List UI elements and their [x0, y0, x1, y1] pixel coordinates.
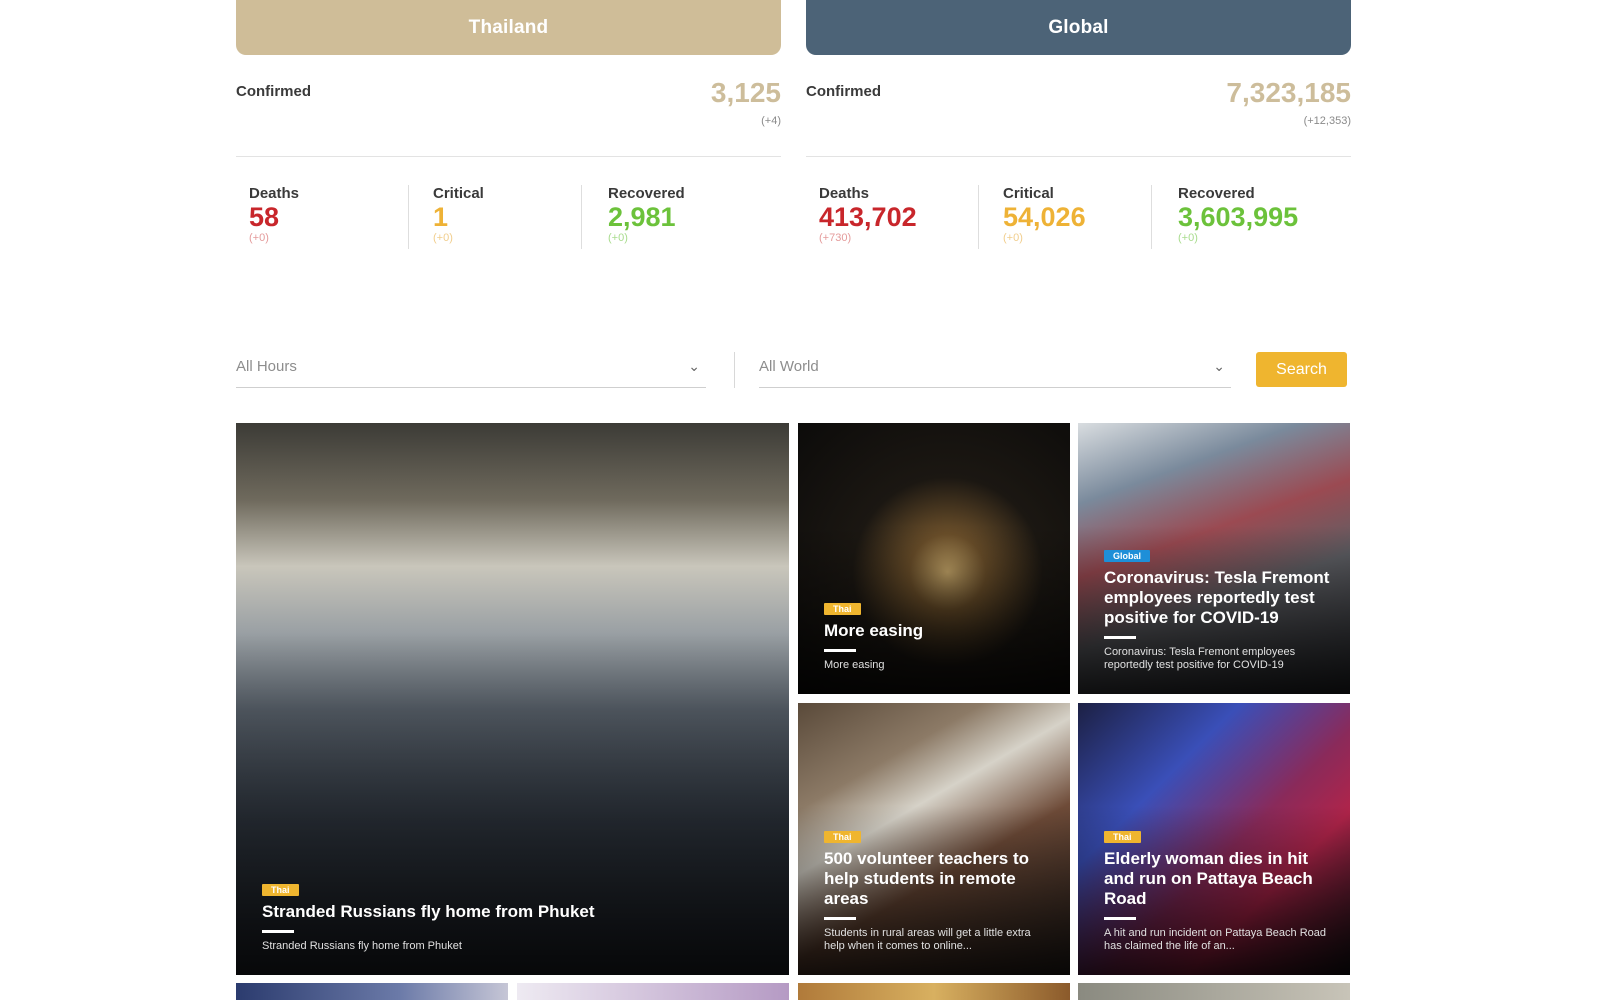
news-title[interactable]: Coronavirus: Tesla Fremont employees rep… — [1104, 568, 1330, 628]
thailand-header[interactable]: Thailand — [236, 0, 781, 55]
critical-delta: (+0) — [433, 232, 453, 244]
hours-filter-value: All Hours — [236, 358, 297, 375]
category-tag: Thai — [1104, 831, 1141, 843]
confirmed-label: Confirmed — [806, 83, 881, 100]
news-title[interactable]: Elderly woman dies in hit and run on Pat… — [1104, 849, 1330, 909]
thailand-substats: Deaths 58 (+0) Critical 1 (+0) Recovered… — [236, 157, 781, 257]
news-card-peek[interactable] — [1078, 983, 1350, 1000]
title-divider — [824, 917, 856, 920]
news-card[interactable]: Thai Elderly woman dies in hit and run o… — [1078, 703, 1350, 975]
news-card[interactable]: Thai More easing More easing — [798, 423, 1070, 694]
region-filter-select[interactable]: All World ⌄ — [759, 352, 1231, 388]
news-summary: Students in rural areas will get a littl… — [824, 927, 1031, 952]
news-summary: Stranded Russians fly home from Phuket — [262, 940, 462, 952]
news-card-text: Global Coronavirus: Tesla Fremont employ… — [1104, 546, 1330, 672]
critical-stat: Critical 1 (+0) — [408, 185, 580, 249]
confirmed-label: Confirmed — [236, 83, 311, 100]
title-divider — [1104, 636, 1136, 639]
recovered-value: 3,603,995 — [1178, 202, 1299, 232]
global-substats: Deaths 413,702 (+730) Critical 54,026 (+… — [806, 157, 1351, 257]
thailand-confirmed: Confirmed 3,125 (+4) — [236, 55, 781, 157]
critical-value: 54,026 — [1003, 202, 1086, 232]
chevron-down-icon: ⌄ — [688, 358, 700, 374]
recovered-delta: (+0) — [608, 232, 628, 244]
recovered-label: Recovered — [1178, 185, 1255, 202]
hours-filter-select[interactable]: All Hours ⌄ — [236, 352, 706, 388]
recovered-label: Recovered — [608, 185, 685, 202]
title-divider — [262, 930, 294, 933]
deaths-delta: (+730) — [819, 232, 852, 244]
category-tag: Thai — [824, 831, 861, 843]
global-stats-panel: Global Confirmed 7,323,185 (+12,353) Dea… — [806, 0, 1351, 257]
confirmed-delta: (+12,353) — [1303, 115, 1351, 127]
confirmed-delta: (+4) — [761, 115, 781, 127]
thailand-stats-panel: Thailand Confirmed 3,125 (+4) Deaths 58 … — [236, 0, 781, 257]
recovered-delta: (+0) — [1178, 232, 1198, 244]
category-tag: Global — [1104, 550, 1151, 562]
news-card-peek[interactable] — [798, 983, 1070, 1000]
critical-delta: (+0) — [1003, 232, 1023, 244]
critical-stat: Critical 54,026 (+0) — [978, 185, 1150, 249]
filter-divider — [734, 352, 735, 388]
news-title[interactable]: 500 volunteer teachers to help students … — [824, 849, 1050, 909]
news-card-text: Thai 500 volunteer teachers to help stud… — [824, 827, 1050, 953]
recovered-stat: Recovered 2,981 (+0) — [581, 185, 753, 249]
news-summary: More easing — [824, 659, 885, 671]
deaths-stat: Deaths 58 (+0) — [236, 185, 408, 249]
deaths-label: Deaths — [819, 185, 870, 202]
news-card[interactable]: Thai 500 volunteer teachers to help stud… — [798, 703, 1070, 975]
deaths-stat: Deaths 413,702 (+730) — [806, 185, 978, 249]
news-title[interactable]: More easing — [824, 621, 1050, 641]
deaths-value: 413,702 — [819, 202, 917, 232]
news-summary: Coronavirus: Tesla Fremont employees rep… — [1104, 646, 1296, 671]
confirmed-value: 3,125 — [710, 77, 781, 108]
confirmed-value: 7,323,185 — [1226, 77, 1351, 108]
critical-label: Critical — [1003, 185, 1054, 202]
news-card-featured[interactable]: Thai Stranded Russians fly home from Phu… — [236, 423, 789, 975]
news-card-peek[interactable] — [236, 983, 508, 1000]
deaths-label: Deaths — [249, 185, 300, 202]
news-card-text: Thai Stranded Russians fly home from Phu… — [262, 880, 769, 953]
deaths-delta: (+0) — [249, 232, 269, 244]
critical-label: Critical — [433, 185, 484, 202]
category-tag: Thai — [824, 603, 861, 615]
search-button[interactable]: Search — [1256, 352, 1347, 387]
news-summary: A hit and run incident on Pattaya Beach … — [1104, 927, 1326, 952]
recovered-value: 2,981 — [608, 202, 676, 232]
recovered-stat: Recovered 3,603,995 (+0) — [1151, 185, 1323, 249]
title-divider — [824, 649, 856, 652]
global-header[interactable]: Global — [806, 0, 1351, 55]
news-title[interactable]: Stranded Russians fly home from Phuket — [262, 902, 769, 922]
title-divider — [1104, 917, 1136, 920]
news-card-text: Thai Elderly woman dies in hit and run o… — [1104, 827, 1330, 953]
critical-value: 1 — [433, 202, 449, 232]
category-tag: Thai — [262, 884, 299, 896]
deaths-value: 58 — [249, 202, 280, 232]
news-card[interactable]: Global Coronavirus: Tesla Fremont employ… — [1078, 423, 1350, 694]
region-filter-value: All World — [759, 358, 819, 375]
news-card-text: Thai More easing More easing — [824, 599, 1050, 672]
chevron-down-icon: ⌄ — [1213, 358, 1225, 374]
global-confirmed: Confirmed 7,323,185 (+12,353) — [806, 55, 1351, 157]
news-card-peek[interactable] — [517, 983, 789, 1000]
